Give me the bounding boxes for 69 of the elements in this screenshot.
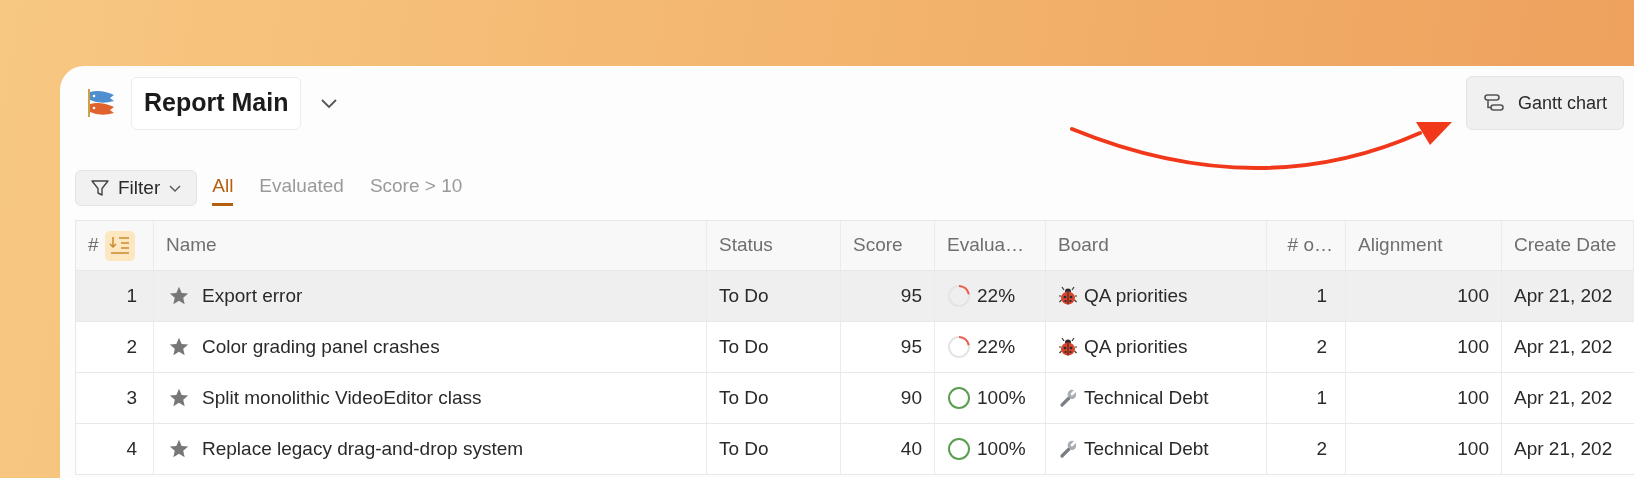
- table-cell-text: Export error: [202, 283, 303, 308]
- table-cell-text: 1: [1316, 283, 1327, 308]
- ladybug-icon: [1058, 286, 1078, 306]
- table-cell-text: To Do: [719, 436, 769, 461]
- table-cell-text: 95: [900, 283, 922, 308]
- view-tab[interactable]: Score > 10: [369, 170, 463, 206]
- funnel-icon: [90, 178, 110, 198]
- table-cell-text: QA priorities: [1084, 283, 1188, 308]
- row-number: 1: [126, 283, 137, 308]
- table-cell-text: 1: [1316, 385, 1327, 410]
- filter-button[interactable]: Filter: [75, 170, 198, 206]
- table-cell-text: Technical Debt: [1084, 436, 1209, 461]
- progress-ring-icon: [947, 335, 971, 359]
- column-header[interactable]: Board: [1058, 231, 1109, 260]
- star-icon[interactable]: [168, 336, 190, 358]
- table-cell-text: Apr 21, 202: [1514, 385, 1613, 410]
- view-tab[interactable]: All: [212, 170, 234, 206]
- star-icon[interactable]: [168, 387, 190, 409]
- table-cell-text: Split monolithic VideoEditor class: [202, 385, 482, 410]
- table-cell-text: 100: [1457, 334, 1489, 359]
- table-row[interactable]: 4 Replace legacy drag-and-drop system To Do 40 100% Technical Debt 2 100 Apr 21, 202: [76, 424, 1634, 475]
- gantt-chart-button[interactable]: Gantt chart: [1465, 76, 1624, 130]
- table-cell-text: 100: [1457, 283, 1489, 308]
- table-cell-text: 100%: [977, 436, 1026, 461]
- table-cell-text: Apr 21, 202: [1514, 283, 1613, 308]
- table-cell-text: To Do: [719, 334, 769, 359]
- star-icon[interactable]: [168, 438, 190, 460]
- table-cell-text: 40: [900, 436, 922, 461]
- table-cell-text: Technical Debt: [1084, 385, 1209, 410]
- table-cell-text: Replace legacy drag-and-drop system: [202, 436, 524, 461]
- column-header[interactable]: Name: [166, 231, 217, 260]
- progress-ring-icon: [947, 386, 971, 410]
- table-cell-text: 2: [1316, 334, 1327, 359]
- table-cell-text: QA priorities: [1084, 334, 1188, 359]
- column-header[interactable]: # o…: [1287, 231, 1333, 260]
- row-number: 2: [126, 334, 137, 359]
- table-cell-text: Color grading panel crashes: [202, 334, 440, 359]
- progress-ring-icon: [947, 284, 971, 308]
- table-cell-text: To Do: [719, 283, 769, 308]
- column-header[interactable]: Status: [719, 231, 773, 260]
- wrench-icon: [1058, 388, 1078, 408]
- table-row[interactable]: 2 Color grading panel crashes To Do 95 22% QA priorities 2 100 Apr 21, 202: [76, 322, 1634, 373]
- table-cell-text: 22%: [977, 283, 1016, 308]
- table-cell-text: 90: [900, 385, 922, 410]
- progress-ring-icon: [947, 437, 971, 461]
- report-title[interactable]: Report Main: [131, 76, 302, 130]
- column-header[interactable]: Alignment: [1358, 231, 1443, 260]
- column-header[interactable]: #: [88, 231, 99, 260]
- wrench-icon: [1058, 439, 1078, 459]
- gantt-icon: [1482, 93, 1505, 113]
- table-cell-text: 2: [1316, 436, 1327, 461]
- star-icon[interactable]: [168, 285, 190, 307]
- table-cell-text: To Do: [719, 385, 769, 410]
- column-header[interactable]: Create Date: [1514, 231, 1617, 260]
- table-cell-text: 100: [1457, 385, 1489, 410]
- table-cell-text: 100%: [977, 385, 1026, 410]
- table-cell-text: Apr 21, 202: [1514, 436, 1613, 461]
- column-header[interactable]: Evalua…: [947, 231, 1025, 260]
- table-row[interactable]: 1 Export error To Do 95 22% QA priorities 1 100 Apr 21, 202: [76, 271, 1634, 322]
- table-cell-text: Apr 21, 202: [1514, 334, 1613, 359]
- table-cell-text: 100: [1457, 436, 1489, 461]
- column-header[interactable]: Score: [853, 231, 903, 260]
- view-tab[interactable]: Evaluated: [259, 170, 344, 206]
- row-number: 4: [126, 436, 137, 461]
- table-row[interactable]: 3 Split monolithic VideoEditor class To Do 90 100% Technical Debt 1 100 Apr 21, 202: [76, 373, 1634, 424]
- table-cell-text: 22%: [977, 334, 1016, 359]
- table-cell-text: 95: [900, 334, 922, 359]
- ladybug-icon: [1058, 337, 1078, 357]
- row-number: 3: [126, 385, 137, 410]
